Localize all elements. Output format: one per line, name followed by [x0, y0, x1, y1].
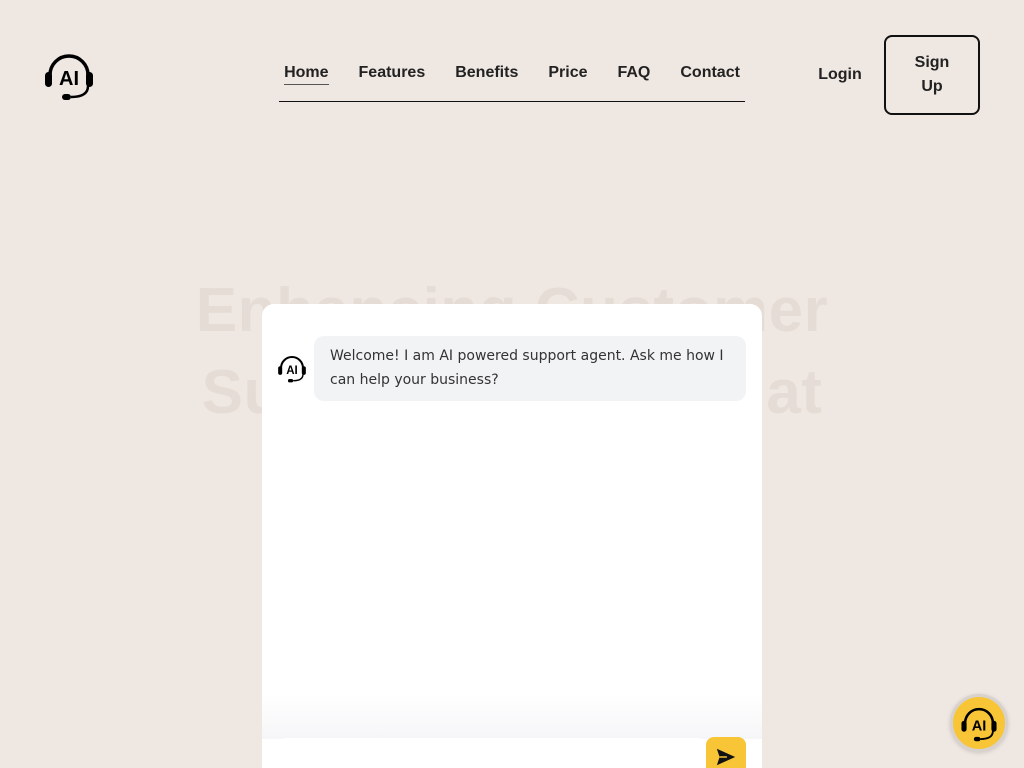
headset-ai-icon: AI	[278, 356, 306, 383]
chat-launcher-button[interactable]: AI	[950, 694, 1008, 752]
nav-item-features[interactable]: Features	[359, 60, 426, 86]
nav-item-benefits[interactable]: Benefits	[455, 60, 518, 86]
login-link[interactable]: Login	[808, 62, 872, 88]
brand-logo[interactable]: AI	[43, 49, 95, 101]
bot-message-bubble: Welcome! I am AI powered support agent. …	[314, 336, 746, 401]
chat-message-input[interactable]	[278, 738, 706, 768]
nav-item-faq[interactable]: FAQ	[617, 60, 650, 86]
chat-fade-overlay	[262, 694, 762, 739]
headset-ai-icon: AI	[45, 54, 93, 100]
signup-button[interactable]: Sign Up	[884, 35, 980, 115]
main-nav: Home Features Benefits Price FAQ Contact	[279, 60, 745, 102]
send-button[interactable]	[706, 737, 746, 768]
nav-item-price[interactable]: Price	[548, 60, 587, 86]
chat-panel: AI Welcome! I am AI powered support agen…	[262, 304, 762, 768]
landing-page: AI Home Features Benefits Price FAQ Cont…	[0, 0, 1024, 768]
logo-text: AI	[59, 68, 79, 90]
nav-item-contact[interactable]: Contact	[680, 60, 740, 86]
nav-item-home[interactable]: Home	[284, 60, 329, 85]
headset-ai-icon: AI	[961, 707, 997, 742]
send-icon	[716, 748, 736, 766]
svg-text:AI: AI	[972, 718, 987, 734]
svg-text:AI: AI	[286, 365, 298, 377]
